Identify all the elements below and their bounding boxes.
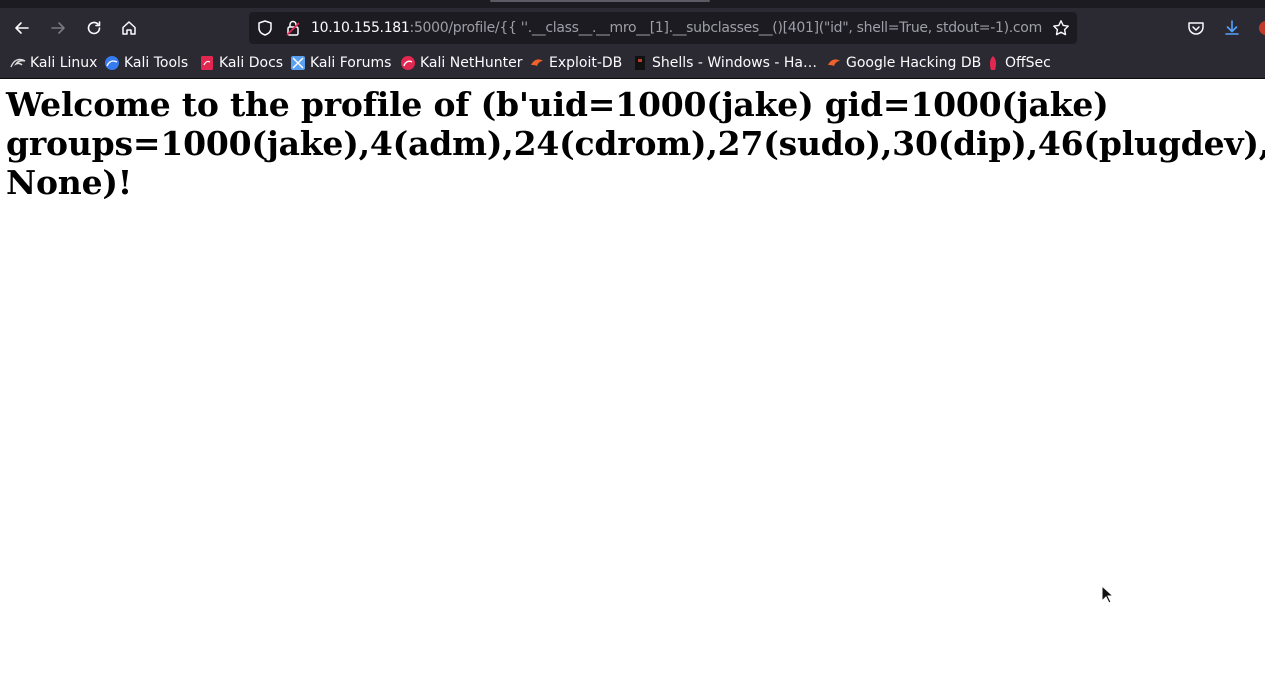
welcome-line-1: Welcome to the profile of (b'uid=1000(ja… xyxy=(6,85,1109,124)
forward-arrow-icon xyxy=(51,22,65,34)
tracking-protection-shield-icon[interactable] xyxy=(255,18,275,38)
bookmark-google-hacking-db[interactable]: Google Hacking DB xyxy=(826,48,981,78)
bookmark-kali-tools[interactable]: Kali Tools xyxy=(104,48,188,78)
extension-icon[interactable] xyxy=(1256,18,1265,38)
bookmark-label: Exploit-DB xyxy=(549,55,623,71)
nethunter-icon xyxy=(401,56,415,70)
bookmark-offsec[interactable]: OffSec xyxy=(985,48,1051,78)
pocket-icon[interactable] xyxy=(1186,18,1206,38)
bookmark-star-icon[interactable] xyxy=(1051,18,1071,38)
downloads-icon[interactable] xyxy=(1222,18,1242,38)
kali-tools-icon xyxy=(105,56,119,70)
forward-button[interactable] xyxy=(44,14,72,42)
reload-button[interactable] xyxy=(80,14,108,42)
welcome-heading: Welcome to the profile of (b'uid=1000(ja… xyxy=(6,85,1265,202)
tab-strip xyxy=(0,0,1265,8)
kali-docs-icon xyxy=(201,56,213,70)
bookmark-shells[interactable]: Shells - Windows - Ha… xyxy=(632,48,817,78)
home-button[interactable] xyxy=(115,14,143,42)
url-path: :5000/profile/{{ ''.__class__.__mro__[1]… xyxy=(409,20,1043,36)
bookmark-kali-forums[interactable]: Kali Forums xyxy=(290,48,391,78)
url-host: 10.10.155.181 xyxy=(311,20,410,36)
active-tab-indicator[interactable] xyxy=(490,0,710,2)
bookmarks-toolbar: Kali Linux Kali Tools Kali Docs Kali For… xyxy=(0,48,1265,79)
reload-icon xyxy=(87,21,101,35)
bookmark-label: Kali Forums xyxy=(310,55,392,71)
exploit-db-icon xyxy=(531,59,543,66)
bookmark-label: Google Hacking DB xyxy=(846,55,982,71)
url-text[interactable]: 10.10.155.181:5000/profile/{{ ''.__class… xyxy=(311,12,1043,44)
offsec-icon xyxy=(989,56,997,70)
bookmark-label: OffSec xyxy=(1005,55,1051,71)
address-bar[interactable]: 10.10.155.181:5000/profile/{{ ''.__class… xyxy=(249,12,1077,44)
bookmark-label: Kali Linux xyxy=(30,55,98,71)
shells-icon xyxy=(635,56,645,70)
bookmark-label: Kali NetHunter xyxy=(420,55,523,71)
kali-dragon-icon xyxy=(10,58,26,68)
bookmark-kali-nethunter[interactable]: Kali NetHunter xyxy=(400,48,522,78)
welcome-line-3: None)! xyxy=(6,163,133,202)
kali-forums-icon xyxy=(291,56,305,70)
bookmark-label: Kali Tools xyxy=(124,55,189,71)
mouse-pointer-icon xyxy=(1101,585,1115,604)
page-content: Welcome to the profile of (b'uid=1000(ja… xyxy=(0,79,1265,683)
bookmark-exploit-db[interactable]: Exploit-DB xyxy=(529,48,622,78)
welcome-line-2: groups=1000(jake),4(adm),24(cdrom),27(su… xyxy=(6,124,1265,163)
bookmark-kali-linux[interactable]: Kali Linux xyxy=(10,48,97,78)
bookmark-label: Shells - Windows - Ha… xyxy=(652,55,817,71)
insecure-lock-icon[interactable] xyxy=(283,18,303,38)
bookmark-label: Kali Docs xyxy=(219,55,284,71)
back-arrow-icon xyxy=(15,22,29,34)
navigation-toolbar: 10.10.155.181:5000/profile/{{ ''.__class… xyxy=(0,8,1265,48)
bookmark-kali-docs[interactable]: Kali Docs xyxy=(199,48,283,78)
back-button[interactable] xyxy=(8,14,36,42)
home-icon xyxy=(122,21,136,35)
ghdb-icon xyxy=(828,59,840,66)
